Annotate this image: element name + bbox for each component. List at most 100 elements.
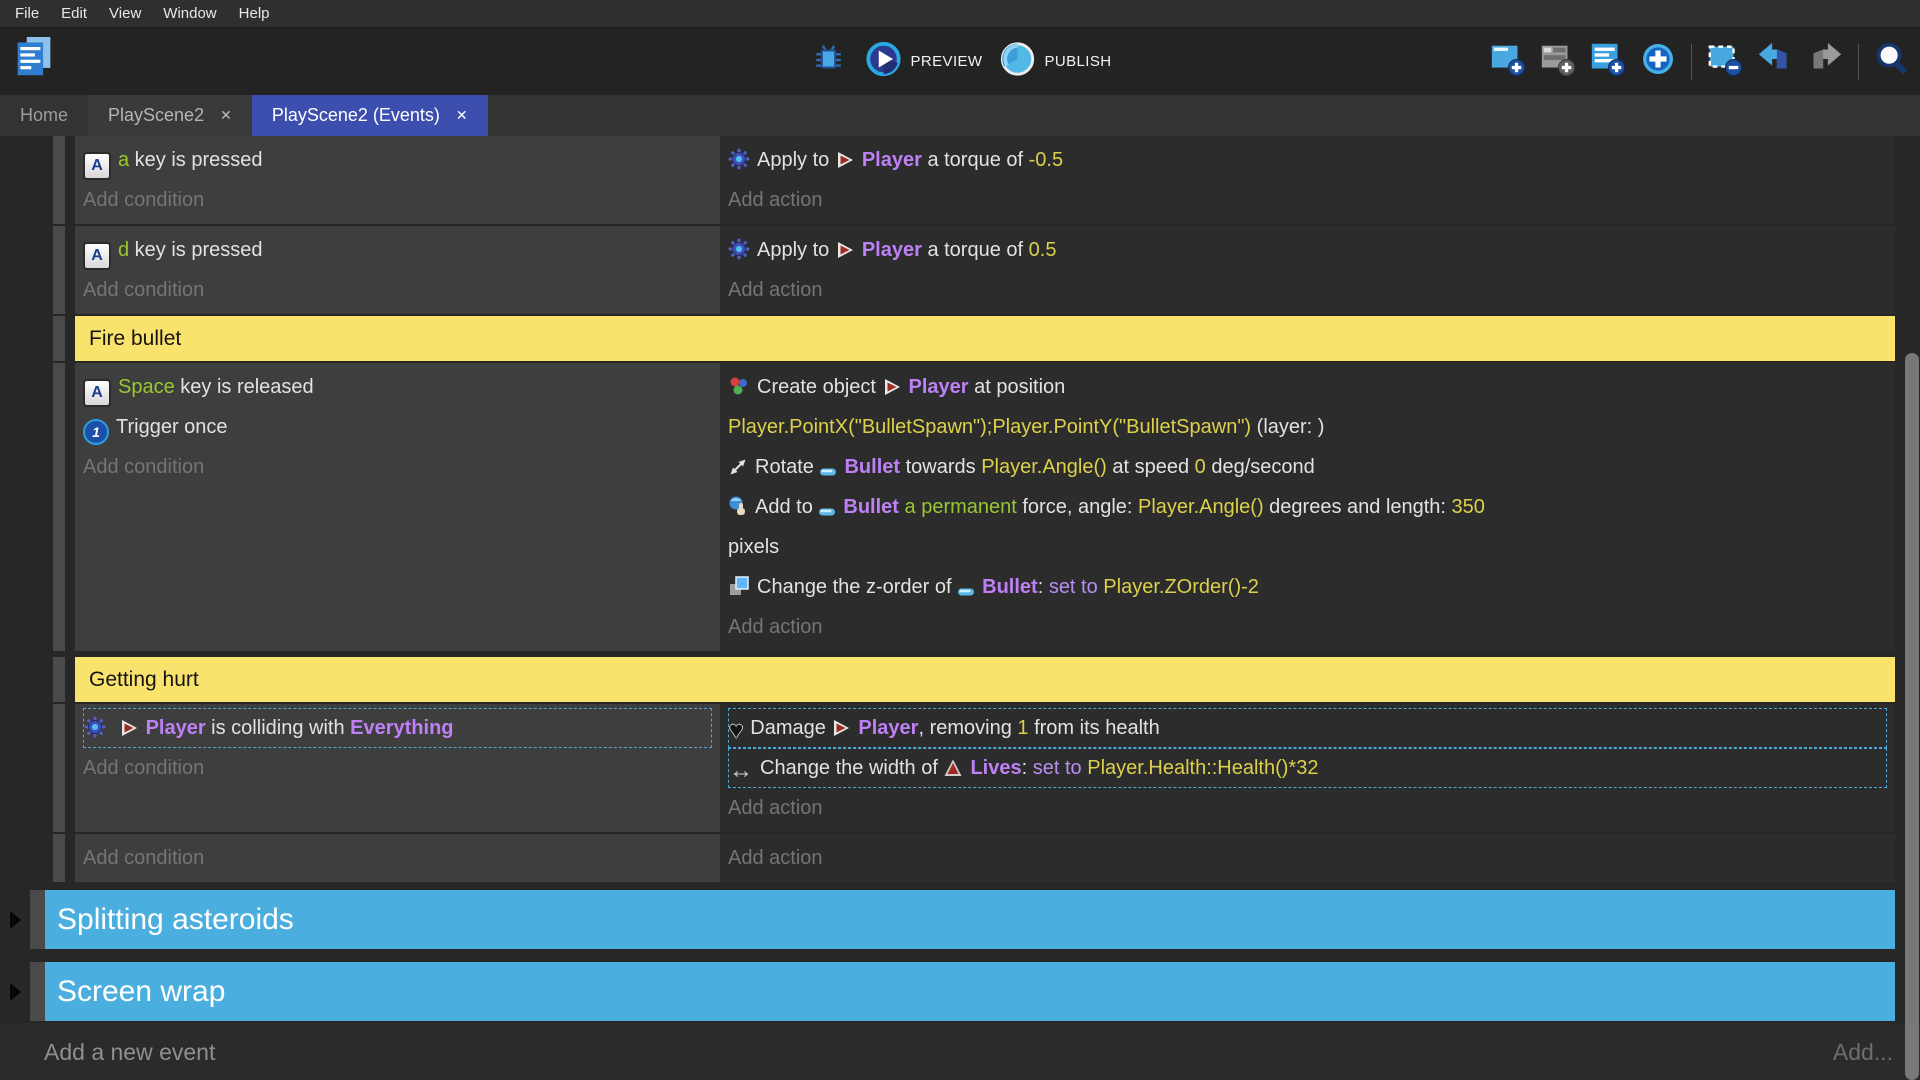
publish-label: PUBLISH [1044,53,1111,70]
add-comment-button[interactable] [1588,42,1628,82]
event-drag-handle[interactable] [53,657,65,702]
event-drag-handle[interactable] [53,316,65,361]
action[interactable]: Apply to Player a torque of 0.5 [728,230,1887,270]
keyboard-key-icon: A [83,379,111,407]
menu-item-window[interactable]: Window [152,3,227,24]
action[interactable]: Apply to Player a torque of -0.5 [728,140,1887,180]
event-drag-handle[interactable] [30,890,45,949]
action-text: force, angle: [1017,496,1138,518]
add-event-button[interactable] [1488,42,1528,82]
action[interactable]: ♥Damage Player, removing 1 from its heal… [728,708,1887,748]
close-tab-icon[interactable]: ✕ [220,107,232,124]
menu-item-help[interactable]: Help [228,3,281,24]
menu-item-view[interactable]: View [98,3,152,24]
add-action-button[interactable]: Add action [728,270,1887,310]
tab-playscene2[interactable]: PlayScene2✕ [88,95,252,136]
publish-button[interactable]: PUBLISH [998,40,1111,83]
search-icon [1873,40,1911,83]
vertical-scrollbar[interactable] [1905,353,1919,1080]
comment-bar[interactable]: Getting hurt [75,657,1895,702]
preview-button[interactable]: PREVIEW [865,40,983,83]
add-action-button[interactable]: Add action [728,180,1887,220]
tab-playscene2-events[interactable]: PlayScene2 (Events)✕ [252,95,488,136]
condition[interactable]: Aa key is pressed [83,140,712,180]
event-row: Add condition Add action [53,834,1895,882]
condition-text: d [118,239,129,261]
comment-bar[interactable]: Fire bullet [75,316,1895,361]
group-bar[interactable]: Splitting asteroids [45,890,1895,949]
group-bar[interactable]: Screen wrap [45,962,1895,1021]
condition[interactable]: Ad key is pressed [83,230,712,270]
menu-item-edit[interactable]: Edit [50,3,98,24]
add-condition-button[interactable]: Add condition [83,270,712,310]
action[interactable]: Rotate Bullet towards Player.Angle() at … [728,447,1887,487]
add-circle-icon [1639,40,1677,83]
action-text: -0.5 [1029,149,1063,171]
action-text: at speed [1107,456,1195,478]
actions-cell: Apply to Player a torque of -0.5Add acti… [720,136,1895,224]
remove-selection-icon [1706,40,1744,83]
debug-button[interactable] [809,42,849,82]
action[interactable]: Create object Player at position Player.… [728,367,1887,447]
force-icon [728,495,748,517]
action-text: a torque of [922,239,1029,261]
rotate-icon [728,457,748,477]
event-row: Aa key is pressedAdd conditionApply to P… [53,136,1895,224]
menu-bar: FileEditViewWindowHelp [0,0,1920,28]
add-condition-button[interactable]: Add condition [83,447,712,487]
condition[interactable]: Player is colliding with Everything [83,708,712,748]
debug-icon [812,42,846,81]
expand-group-button[interactable] [0,962,30,1021]
action-text: Apply to [757,239,835,261]
action-text: Player.PointX("BulletSpawn");Player.Poin… [728,416,1251,438]
action-text: Player [858,717,918,739]
add-subevent-button[interactable] [1538,42,1578,82]
action-text: degrees and length: [1264,496,1452,518]
action-text: from its health [1029,717,1160,739]
heart-icon: ♥ [729,719,743,743]
search-events-button[interactable] [1872,42,1912,82]
undo-button[interactable] [1755,42,1795,82]
add-action-button[interactable]: Add action [728,788,1887,828]
actions-cell: Create object Player at position Player.… [720,363,1895,651]
event-drag-handle[interactable] [53,226,65,314]
close-tab-icon[interactable]: ✕ [456,107,468,124]
conditions-cell: Player is colliding with EverythingAdd c… [75,704,720,832]
event-drag-handle[interactable] [53,704,65,832]
expand-group-button[interactable] [0,890,30,949]
add-button[interactable]: Add... [1833,1039,1893,1066]
event-drag-handle[interactable] [53,834,65,882]
tab-home[interactable]: Home [0,95,88,136]
bullet-icon [819,467,837,477]
tab-bar: HomePlayScene2✕PlayScene2 (Events)✕ [0,95,1920,136]
project-manager-button[interactable] [12,33,56,85]
action-text: Player [909,376,969,398]
action[interactable]: Change the z-order of Bullet: set to Pla… [728,567,1887,607]
condition-text: Player [146,717,206,739]
remove-selection-button[interactable] [1705,42,1745,82]
add-action-button[interactable]: Add action [728,607,1887,647]
condition[interactable]: 1Trigger once [83,407,712,447]
add-condition-button[interactable]: Add condition [83,180,712,220]
redo-button[interactable] [1805,42,1845,82]
add-condition-button[interactable]: Add condition [83,748,712,788]
action[interactable]: Add to Bullet a permanent force, angle: … [728,487,1887,567]
action-text: Rotate [755,456,819,478]
condition[interactable]: ASpace key is released [83,367,712,407]
conditions-cell: Add condition [75,834,720,882]
event-drag-handle[interactable] [53,136,65,224]
action-text: (layer: ) [1251,416,1324,438]
trigger-once-icon: 1 [83,419,109,445]
event-drag-handle[interactable] [30,962,45,1021]
add-condition-button[interactable]: Add condition [83,838,712,878]
add-instruction-button[interactable] [1638,42,1678,82]
group-event-row: Splitting asteroids [0,890,1895,949]
action-text: Player.Angle() [981,456,1107,478]
action[interactable]: ↔Change the width of Lives: set to Playe… [728,748,1887,788]
event-drag-handle[interactable] [53,363,65,651]
physics-gear-icon [84,716,106,738]
add-new-event-button[interactable]: Add a new event [44,1039,215,1066]
add-comment-icon [1589,40,1627,83]
add-action-button[interactable]: Add action [728,838,1887,878]
menu-item-file[interactable]: File [4,3,50,24]
